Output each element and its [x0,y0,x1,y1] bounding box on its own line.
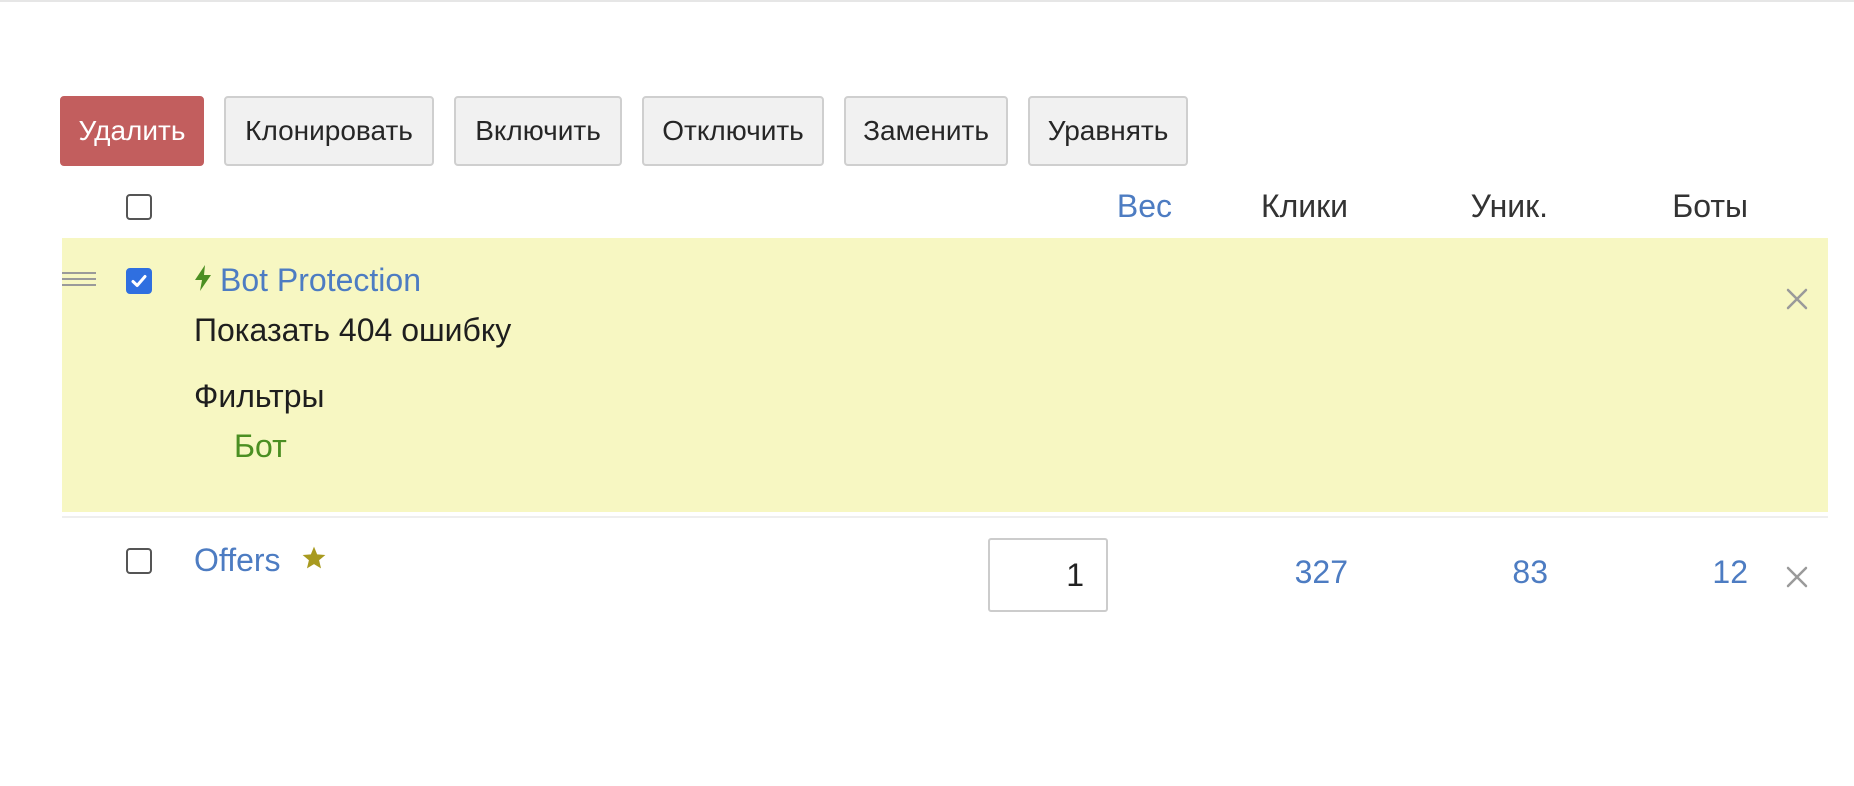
stream-checkbox[interactable] [126,268,152,294]
stream-action: Показать 404 ошибку [194,312,512,348]
bulk-actions-toolbar: Удалить Клонировать Включить Отключить З… [60,96,1188,166]
replace-button[interactable]: Заменить [844,96,1008,166]
enable-button[interactable]: Включить [454,96,622,166]
stream-link[interactable]: Bot Protection [194,262,421,299]
stream-link[interactable]: Offers [194,542,327,579]
column-header-unique: Уник. [1470,188,1548,224]
delete-stream-icon[interactable] [1784,286,1810,312]
stream-title: Offers [194,542,281,578]
top-border [0,0,1854,2]
stream-row: Bot Protection Показать 404 ошибку Фильт… [62,238,1828,512]
select-all-checkbox[interactable] [126,194,152,220]
delete-stream-icon[interactable] [1784,564,1810,590]
bots-value[interactable]: 12 [1592,554,1748,591]
column-header-bots: Боты [1672,188,1748,224]
table-header: Вес Клики Уник. Боты [62,178,1828,238]
stream-checkbox[interactable] [126,548,152,574]
disable-button[interactable]: Отключить [642,96,824,166]
star-icon [301,542,327,579]
lightning-icon [194,262,212,299]
filters-label: Фильтры [194,378,325,414]
column-header-weight[interactable]: Вес [1052,188,1172,225]
drag-handle-icon[interactable] [62,272,96,290]
stream-title: Bot Protection [220,262,421,298]
clone-button[interactable]: Клонировать [224,96,434,166]
clicks-value[interactable]: 327 [1192,554,1348,591]
weight-input[interactable] [988,538,1108,612]
column-header-clicks: Клики [1260,188,1348,224]
delete-button[interactable]: Удалить [60,96,204,166]
stream-row: Offers 327 83 12 [62,518,1828,628]
equalize-button[interactable]: Уравнять [1028,96,1188,166]
unique-value[interactable]: 83 [1392,554,1548,591]
filter-item: Бот [234,428,287,464]
